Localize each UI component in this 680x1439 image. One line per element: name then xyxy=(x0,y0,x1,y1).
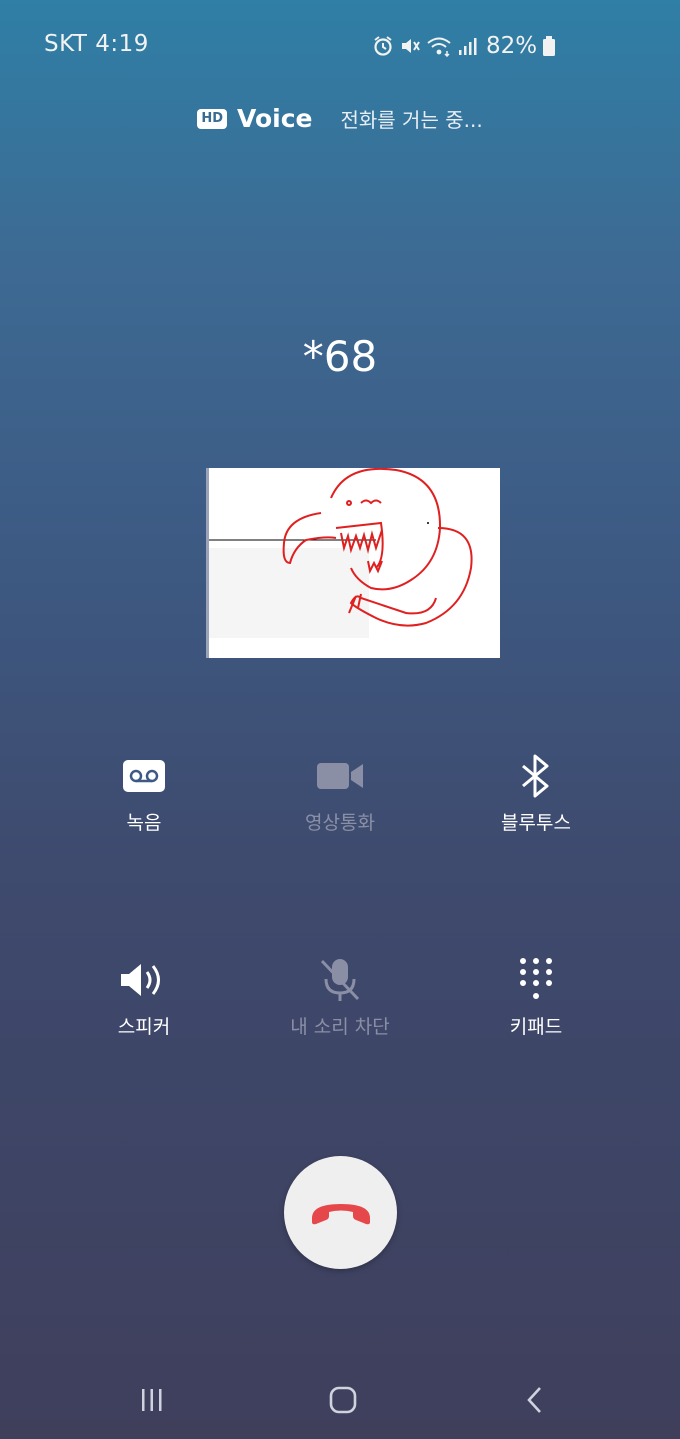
end-call-button[interactable] xyxy=(284,1156,397,1269)
hd-badge: HD xyxy=(197,108,227,129)
caller-doodle xyxy=(206,467,473,658)
wifi-icon xyxy=(427,37,451,57)
caller-image xyxy=(206,467,500,658)
video-call-button[interactable]: 영상통화 xyxy=(250,752,430,835)
back-button[interactable] xyxy=(505,1378,565,1422)
bluetooth-button[interactable]: 블루투스 xyxy=(446,752,626,835)
mute-label: 내 소리 차단 xyxy=(290,1016,390,1038)
dialed-number: *68 xyxy=(302,332,378,381)
battery-icon xyxy=(543,36,556,56)
home-icon xyxy=(329,1386,357,1414)
video-camera-icon xyxy=(317,763,363,789)
status-carrier-time: SKT 4:19 xyxy=(44,31,149,57)
voice-label: Voice xyxy=(236,104,313,133)
signal-icon xyxy=(459,38,477,55)
bluetooth-label: 블루투스 xyxy=(501,812,571,834)
call-status: 전화를 거는 중... xyxy=(340,108,483,132)
speaker-button[interactable]: 스피커 xyxy=(54,956,234,1039)
alarm-icon xyxy=(374,36,392,56)
back-icon xyxy=(527,1387,541,1413)
home-button[interactable] xyxy=(313,1378,373,1422)
record-label: 녹음 xyxy=(126,812,162,834)
phone-hangup-icon xyxy=(311,1203,370,1224)
voicemail-icon xyxy=(123,760,165,792)
bluetooth-icon xyxy=(522,754,549,798)
battery-percent: 82% xyxy=(486,33,538,59)
status-icons: 82% xyxy=(372,33,556,59)
recents-button[interactable] xyxy=(122,1378,182,1422)
speaker-label: 스피커 xyxy=(117,1016,171,1038)
keypad-label: 키패드 xyxy=(509,1016,563,1038)
speaker-icon xyxy=(121,964,160,996)
call-header: HD Voice 전화를 거는 중... xyxy=(0,104,680,133)
video-call-label: 영상통화 xyxy=(305,812,375,834)
mute-button[interactable]: 내 소리 차단 xyxy=(250,956,430,1039)
mute-icon xyxy=(402,39,420,53)
record-button[interactable]: 녹음 xyxy=(54,752,234,835)
recents-icon xyxy=(142,1389,162,1411)
keypad-button[interactable]: 키패드 xyxy=(446,956,626,1039)
keypad-icon xyxy=(520,958,552,999)
mic-off-icon xyxy=(320,959,360,1001)
